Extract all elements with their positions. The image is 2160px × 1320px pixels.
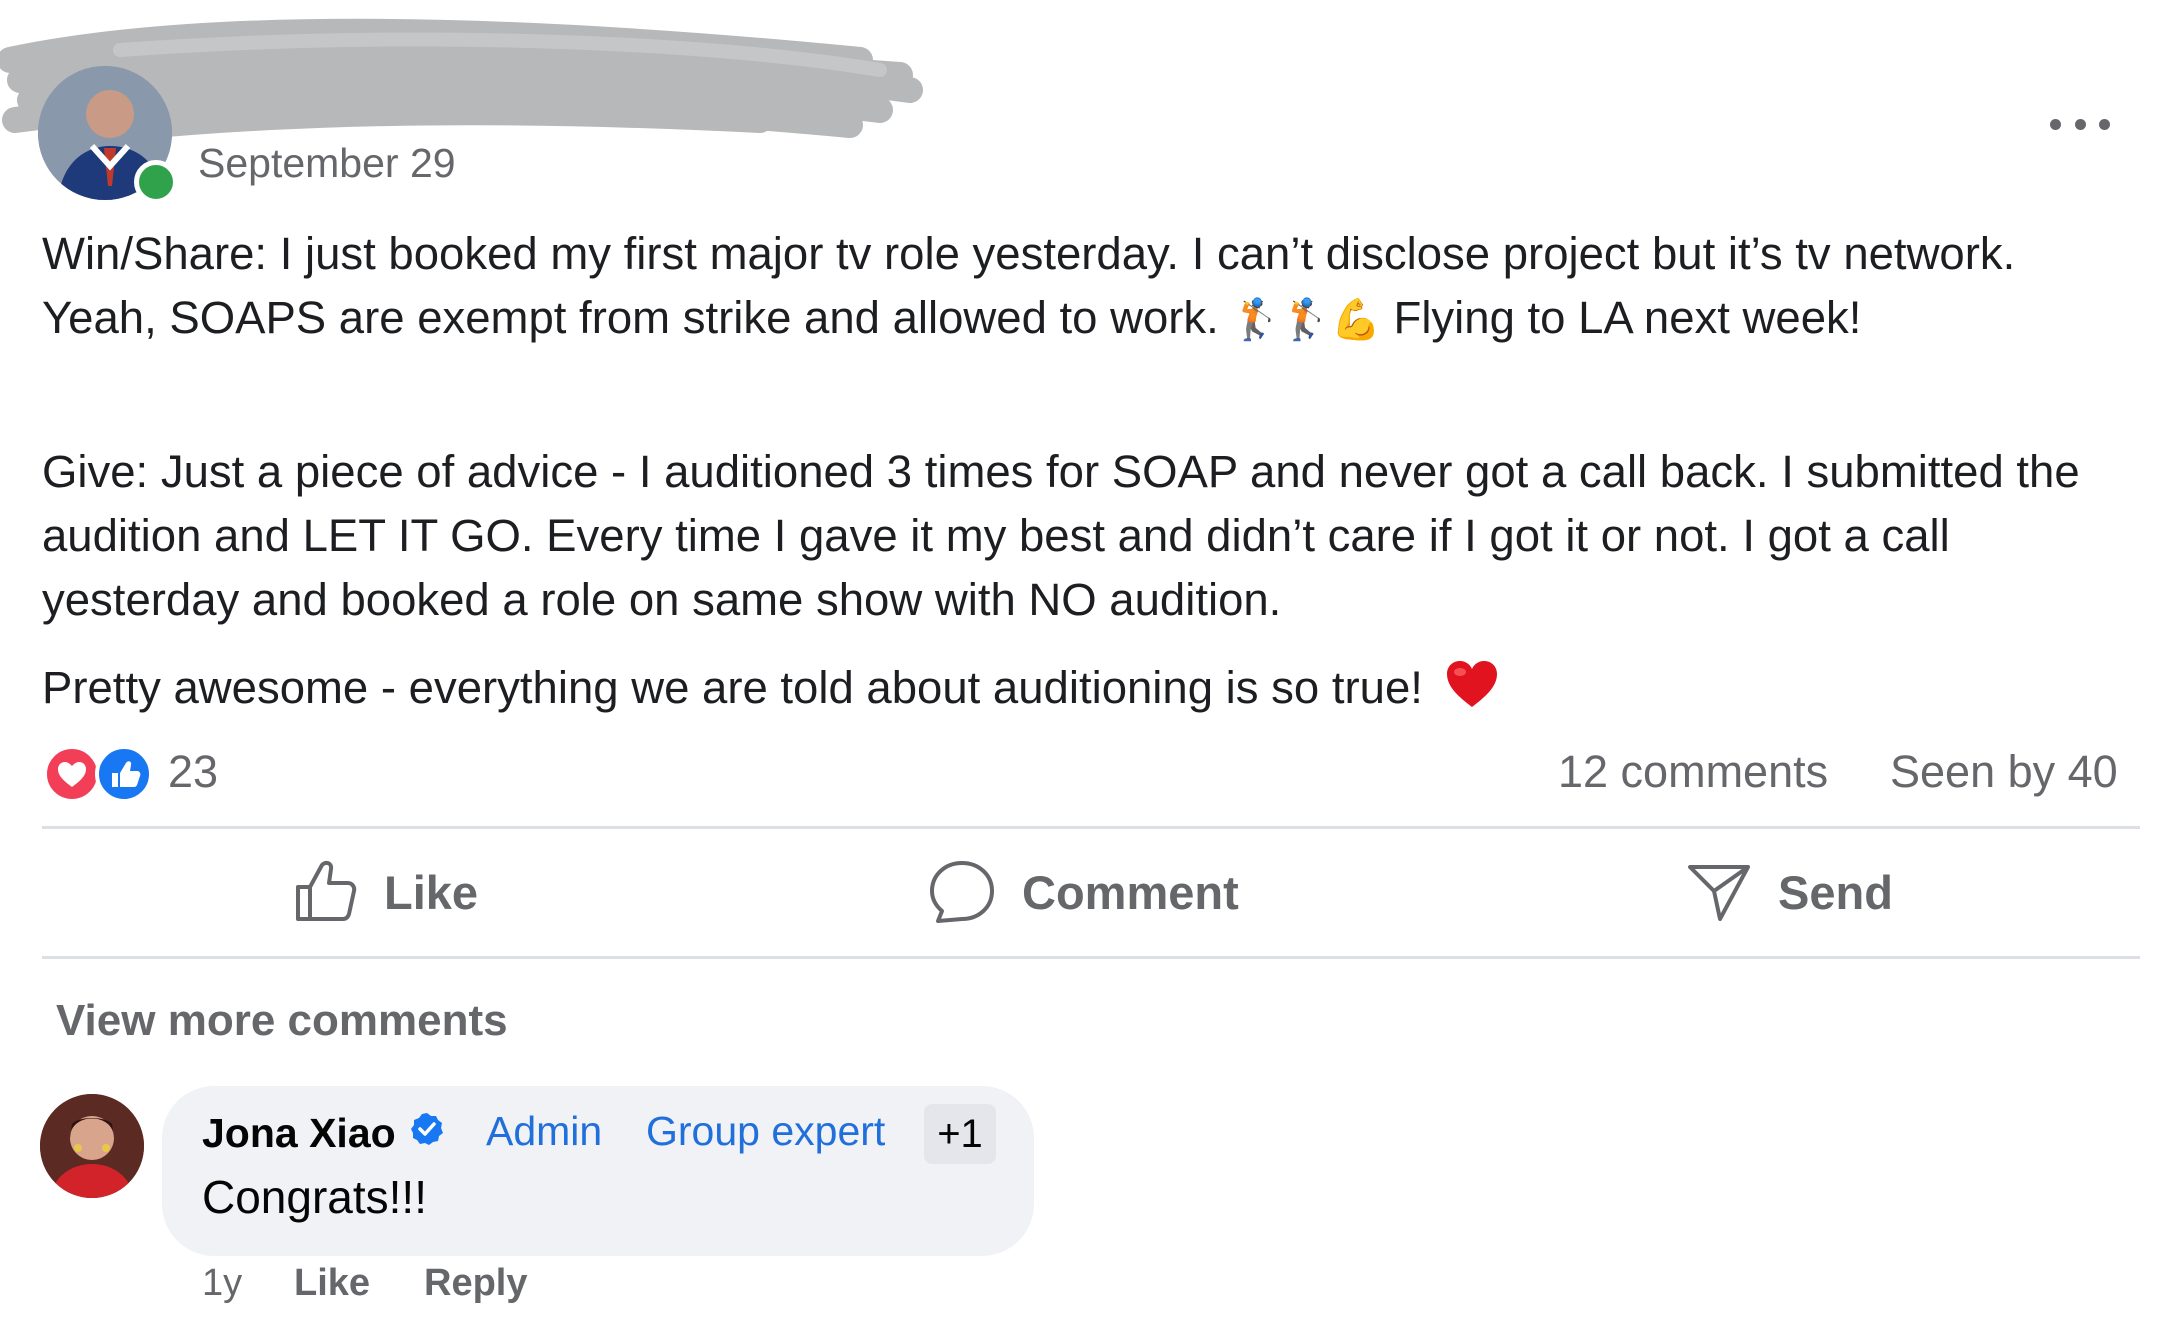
more-options-icon[interactable]: [2050, 104, 2110, 144]
more-badges-count[interactable]: +1: [924, 1104, 996, 1164]
seen-by-count[interactable]: Seen by 40: [1890, 746, 2118, 798]
post-paragraph-3: Pretty awesome - everything we are told …: [42, 656, 2132, 726]
commenter-avatar[interactable]: [40, 1094, 144, 1198]
group-expert-badge[interactable]: Group expert: [646, 1108, 885, 1155]
comment-button[interactable]: Comment: [928, 852, 1239, 932]
divider: [42, 956, 2140, 959]
comment-timestamp[interactable]: 1y: [202, 1262, 242, 1305]
post-text-segment: Pretty awesome - everything we are told …: [42, 662, 1423, 713]
comment-reply-button[interactable]: Reply: [424, 1262, 527, 1305]
view-more-comments-link[interactable]: View more comments: [56, 996, 508, 1046]
post-date[interactable]: September 29: [198, 140, 456, 187]
like-button-label: Like: [384, 865, 479, 919]
like-button[interactable]: Like: [292, 852, 478, 932]
comment-author-name[interactable]: Jona Xiao: [202, 1110, 396, 1157]
comment-button-label: Comment: [1022, 865, 1239, 919]
post-text-segment: Flying to LA next week!: [1380, 292, 1862, 343]
comment-like-button[interactable]: Like: [294, 1262, 370, 1305]
send-icon: [1688, 865, 1750, 921]
post-paragraph-1: Win/Share: I just booked my first major …: [42, 222, 2132, 352]
comments-count[interactable]: 12 comments: [1558, 746, 1828, 798]
verified-badge-icon: [410, 1112, 444, 1146]
online-status-dot: [134, 160, 178, 204]
comment-bubble-icon: [930, 861, 994, 923]
divider: [42, 826, 2140, 829]
send-button[interactable]: Send: [1686, 852, 1893, 932]
thumbs-up-icon: [296, 860, 357, 921]
reaction-icons[interactable]: [42, 744, 162, 804]
golfer-flex-emoji: 🏌🏌💪: [1231, 297, 1381, 343]
admin-badge[interactable]: Admin: [486, 1108, 602, 1155]
send-button-label: Send: [1778, 865, 1893, 919]
red-heart-icon: [1445, 659, 1499, 726]
post-paragraph-2: Give: Just a piece of advice - I auditio…: [42, 446, 2080, 625]
reaction-count[interactable]: 23: [168, 746, 218, 798]
comment-text: Congrats!!!: [202, 1171, 427, 1223]
